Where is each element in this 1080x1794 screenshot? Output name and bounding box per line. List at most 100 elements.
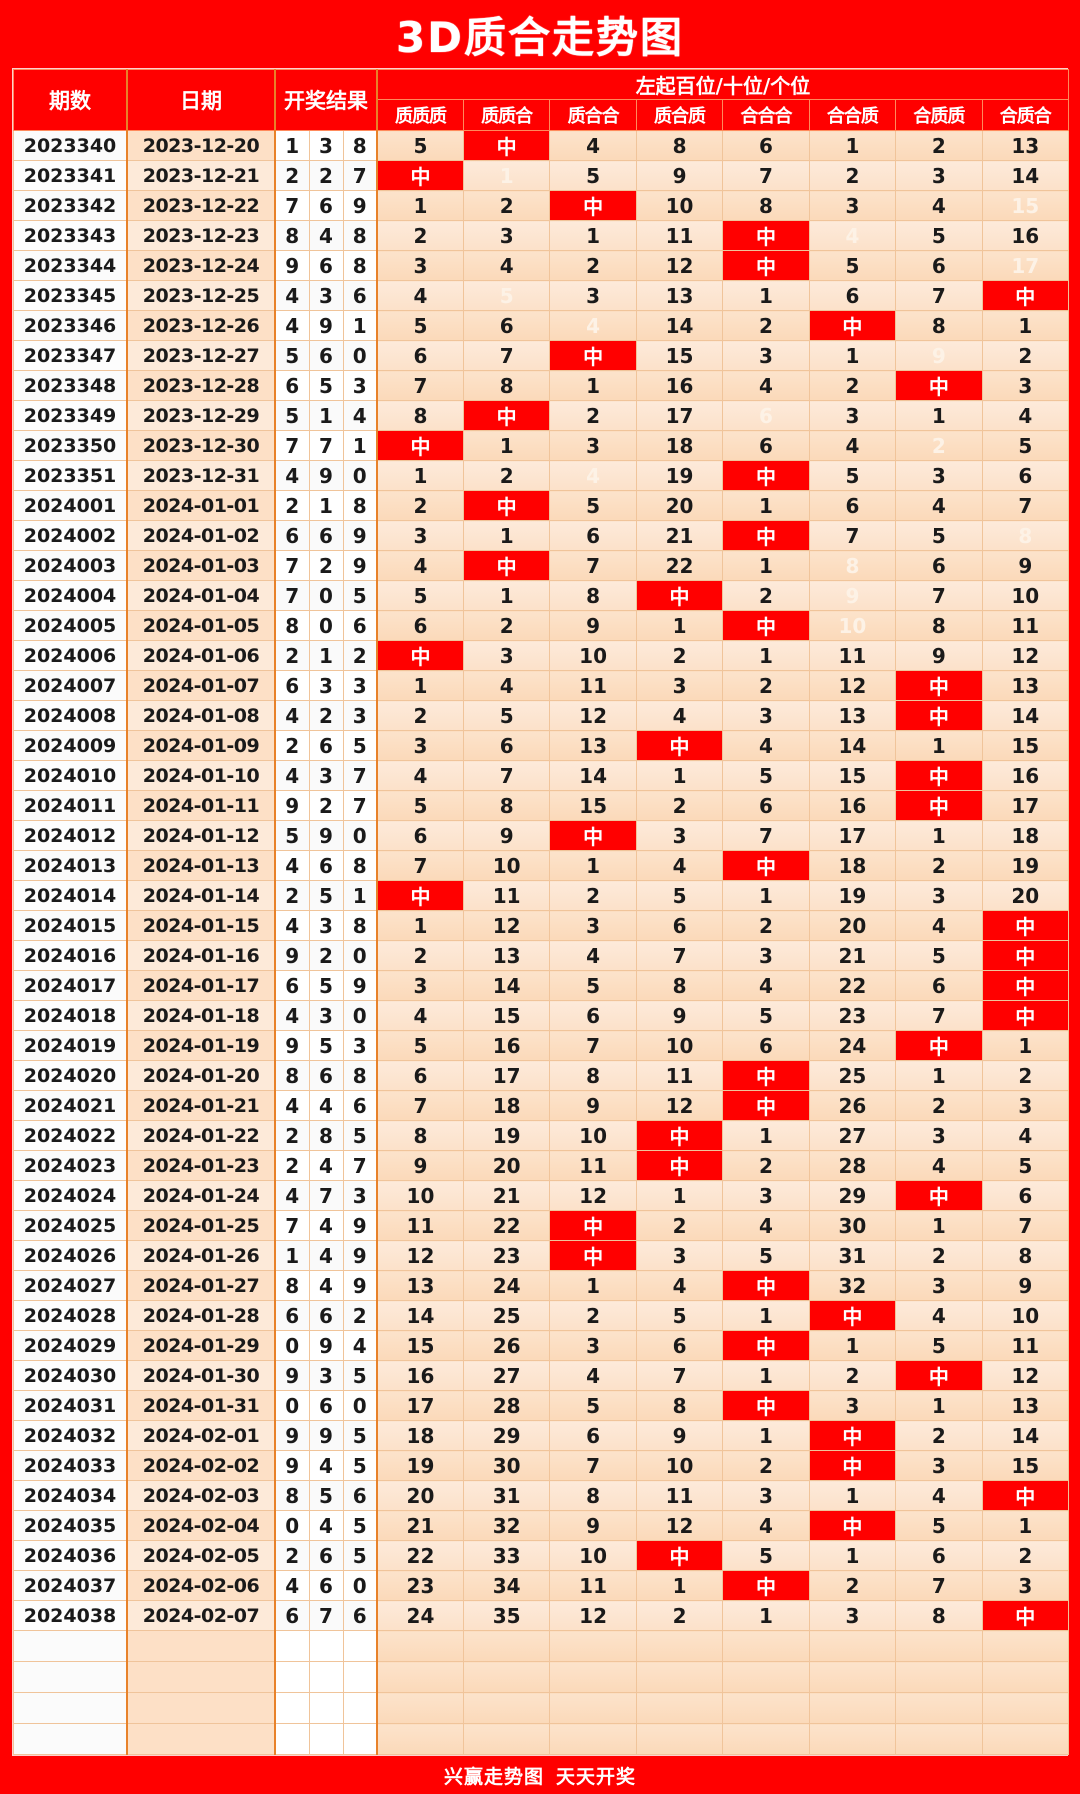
cell-date: 2024-01-12 bbox=[126, 820, 276, 851]
cell-ball-2: 2 bbox=[342, 640, 378, 671]
col-header-sub-2: 质合合 bbox=[549, 99, 637, 131]
cell-date: 2023-12-28 bbox=[126, 370, 276, 401]
table-row: 2024021 2024-01-21 4 4 6 7 18 9 12 中 26 2 3 bbox=[13, 1090, 1070, 1121]
col-header-sub-7: 合质合 bbox=[981, 99, 1070, 131]
cell-ball-2: 0 bbox=[342, 1570, 378, 1601]
table-row: 2024025 2024-01-25 7 4 9 11 22 中 2 4 30 1 7 bbox=[13, 1210, 1070, 1241]
cell-miss-6: 8 bbox=[895, 1600, 983, 1631]
cell-miss-3: 1 bbox=[635, 1570, 724, 1601]
cell-period: 2024037 bbox=[13, 1570, 128, 1601]
cell-ball-0: 7 bbox=[274, 1210, 310, 1241]
cell-hit: 中 bbox=[462, 130, 551, 161]
cell-miss-5: 18 bbox=[808, 850, 897, 881]
cell-miss-1: 14 bbox=[462, 970, 551, 1001]
cell-miss-5: 30 bbox=[808, 1210, 897, 1241]
cell-miss-5: 11 bbox=[808, 640, 897, 671]
cell-miss-3: 3 bbox=[635, 670, 724, 701]
cell-miss-4: 6 bbox=[722, 130, 810, 161]
cell-date: 2024-01-27 bbox=[126, 1270, 276, 1301]
table-row: 2024003 2024-01-03 7 2 9 4 中 7 22 1 8 6 9 bbox=[13, 550, 1070, 581]
cell-ball-2: 0 bbox=[342, 340, 378, 371]
cell-miss-0: 10 bbox=[376, 1180, 464, 1211]
cell-miss-6: 3 bbox=[895, 1450, 983, 1481]
cell-miss-3: 9 bbox=[635, 1000, 724, 1031]
cell-miss-1: 2 bbox=[462, 190, 551, 221]
cell-miss-6: 2 bbox=[895, 1090, 983, 1121]
cell-miss-4: 1 bbox=[722, 1420, 810, 1451]
cell-miss-7: 20 bbox=[981, 880, 1070, 911]
cell-miss-1: 7 bbox=[462, 340, 551, 371]
cell-ball-empty bbox=[274, 1692, 310, 1724]
cell-miss-5: 8 bbox=[808, 550, 897, 581]
cell-miss-2: 4 bbox=[549, 130, 637, 161]
cell-miss-2: 5 bbox=[549, 1390, 637, 1421]
cell-miss-2: 3 bbox=[549, 1330, 637, 1361]
cell-date-empty bbox=[126, 1630, 276, 1662]
trend-chart-page: 3D质合走势图 期数 日期 开奖结果 左起百位/十位/个位 质质质 质质合 质合合质… bbox=[0, 0, 1080, 1788]
cell-date: 2024-02-05 bbox=[126, 1540, 276, 1571]
cell-date: 2024-01-25 bbox=[126, 1210, 276, 1241]
table-row: 2024018 2024-01-18 4 3 0 4 15 6 9 5 23 7 中 bbox=[13, 1000, 1070, 1031]
cell-miss-7: 12 bbox=[981, 640, 1070, 671]
cell-miss-4: 1 bbox=[722, 490, 810, 521]
cell-miss-3: 7 bbox=[635, 940, 724, 971]
cell-miss-empty bbox=[808, 1630, 897, 1662]
cell-miss-empty bbox=[635, 1723, 724, 1755]
cell-ball-2: 8 bbox=[342, 910, 378, 941]
col-header-sub-1: 质质合 bbox=[462, 99, 551, 131]
cell-ball-0: 9 bbox=[274, 1420, 310, 1451]
cell-ball-1: 6 bbox=[308, 340, 344, 371]
cell-miss-2: 10 bbox=[549, 1540, 637, 1571]
cell-miss-1: 7 bbox=[462, 760, 551, 791]
cell-period-empty bbox=[13, 1723, 128, 1755]
table-row: 2024017 2024-01-17 6 5 9 3 14 5 8 4 22 6 中 bbox=[13, 970, 1070, 1001]
table-row: 2024007 2024-01-07 6 3 3 1 4 11 3 2 12 中 13 bbox=[13, 670, 1070, 701]
cell-miss-empty bbox=[462, 1692, 551, 1724]
cell-ball-2: 3 bbox=[342, 1030, 378, 1061]
cell-date: 2024-02-02 bbox=[126, 1450, 276, 1481]
cell-miss-7: 16 bbox=[981, 760, 1070, 791]
cell-miss-4: 1 bbox=[722, 1360, 810, 1391]
cell-ball-0: 5 bbox=[274, 400, 310, 431]
col-header-period: 期数 bbox=[13, 69, 128, 131]
cell-miss-5: 26 bbox=[808, 1090, 897, 1121]
cell-miss-1: 12 bbox=[462, 910, 551, 941]
cell-miss-2: 13 bbox=[549, 730, 637, 761]
cell-ball-1: 9 bbox=[308, 460, 344, 491]
cell-period-empty bbox=[13, 1661, 128, 1693]
cell-miss-7: 10 bbox=[981, 580, 1070, 611]
cell-miss-0: 17 bbox=[376, 1390, 464, 1421]
cell-ball-2: 6 bbox=[342, 1090, 378, 1121]
cell-miss-3: 4 bbox=[635, 850, 724, 881]
cell-miss-5: 14 bbox=[808, 730, 897, 761]
cell-ball-2: 4 bbox=[342, 1330, 378, 1361]
cell-miss-7: 7 bbox=[981, 490, 1070, 521]
cell-ball-2: 9 bbox=[342, 550, 378, 581]
cell-miss-5: 1 bbox=[808, 1330, 897, 1361]
cell-miss-3: 8 bbox=[635, 970, 724, 1001]
cell-ball-0: 7 bbox=[274, 430, 310, 461]
table-row: 2024031 2024-01-31 0 6 0 17 28 5 8 中 3 1 13 bbox=[13, 1390, 1070, 1421]
cell-period: 2023343 bbox=[13, 220, 128, 251]
cell-ball-0: 9 bbox=[274, 940, 310, 971]
cell-hit: 中 bbox=[722, 850, 810, 881]
cell-miss-empty bbox=[895, 1630, 983, 1662]
cell-miss-3: 12 bbox=[635, 1090, 724, 1121]
cell-hit: 中 bbox=[549, 1210, 637, 1241]
cell-hit: 中 bbox=[981, 1000, 1070, 1031]
cell-miss-3: 14 bbox=[635, 310, 724, 341]
cell-period: 2024023 bbox=[13, 1150, 128, 1181]
cell-miss-empty bbox=[895, 1661, 983, 1693]
cell-miss-0: 6 bbox=[376, 1060, 464, 1091]
cell-miss-3: 16 bbox=[635, 370, 724, 401]
cell-date: 2023-12-24 bbox=[126, 250, 276, 281]
table-row: 2024034 2024-02-03 8 5 6 20 31 8 11 3 1 4 中 bbox=[13, 1480, 1070, 1511]
cell-period: 2024007 bbox=[13, 670, 128, 701]
cell-date: 2024-01-29 bbox=[126, 1330, 276, 1361]
cell-miss-3: 21 bbox=[635, 520, 724, 551]
cell-ball-0: 2 bbox=[274, 1150, 310, 1181]
cell-miss-7: 18 bbox=[981, 820, 1070, 851]
cell-ball-empty bbox=[308, 1630, 344, 1662]
cell-miss-7: 8 bbox=[981, 1240, 1070, 1271]
cell-date: 2024-02-01 bbox=[126, 1420, 276, 1451]
